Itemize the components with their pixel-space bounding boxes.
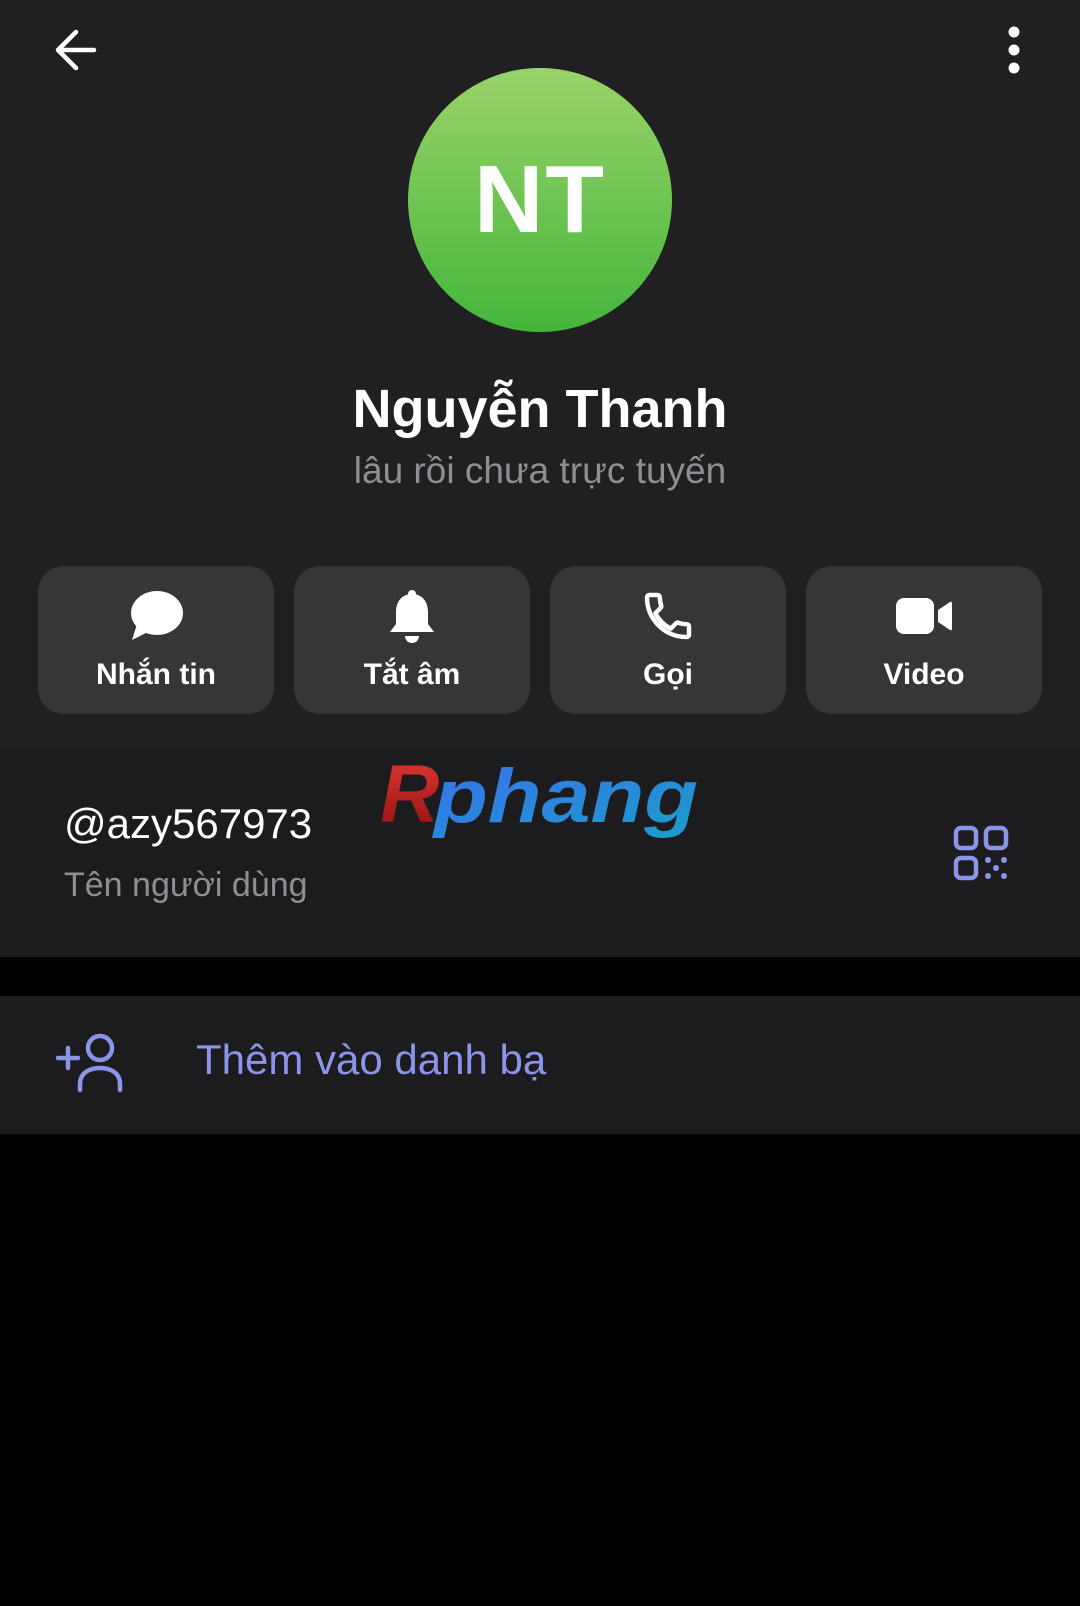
action-buttons: Nhắn tin Tắt âm Gọi Video <box>38 566 1042 714</box>
call-button-label: Gọi <box>643 658 693 691</box>
video-button-label: Video <box>883 658 965 691</box>
message-button[interactable]: Nhắn tin <box>38 566 274 714</box>
call-button[interactable]: Gọi <box>550 566 786 714</box>
arrow-left-icon <box>55 29 97 71</box>
bell-icon <box>386 586 438 646</box>
avatar-initials: NT <box>474 146 606 253</box>
username-value: @azy567973 <box>64 800 313 847</box>
message-button-label: Nhắn tin <box>96 658 216 691</box>
add-user-icon <box>56 1033 123 1093</box>
qr-code-icon <box>953 825 1009 881</box>
avatar[interactable]: NT <box>408 68 672 332</box>
profile-status: lâu rồi chưa trực tuyến <box>353 450 727 491</box>
phone-icon <box>640 586 696 646</box>
add-contact-row[interactable]: Thêm vào danh bạ <box>0 996 1080 1134</box>
profile-header: NT Nguyễn Thanh lâu rồi chưa trực tuyến … <box>0 0 1080 748</box>
add-contact-label: Thêm vào danh bạ <box>196 1036 547 1083</box>
profile-name: Nguyễn Thanh <box>352 379 728 439</box>
chat-bubble-icon <box>126 586 186 646</box>
watermark-logo: R phang <box>380 758 698 840</box>
mute-button-label: Tắt âm <box>363 658 461 691</box>
svg-text:R: R <box>380 758 439 840</box>
more-options-button[interactable] <box>984 18 1044 82</box>
back-button[interactable] <box>40 18 112 82</box>
username-card[interactable]: @azy567973 Tên người dùng R phang <box>0 748 1080 957</box>
mute-button[interactable]: Tắt âm <box>294 566 530 714</box>
more-vertical-icon <box>1008 26 1020 74</box>
svg-text:phang: phang <box>432 758 698 839</box>
video-button[interactable]: Video <box>806 566 1042 714</box>
qr-code-button[interactable] <box>946 818 1016 888</box>
username-caption: Tên người dùng <box>64 866 308 904</box>
video-camera-icon <box>894 586 954 646</box>
